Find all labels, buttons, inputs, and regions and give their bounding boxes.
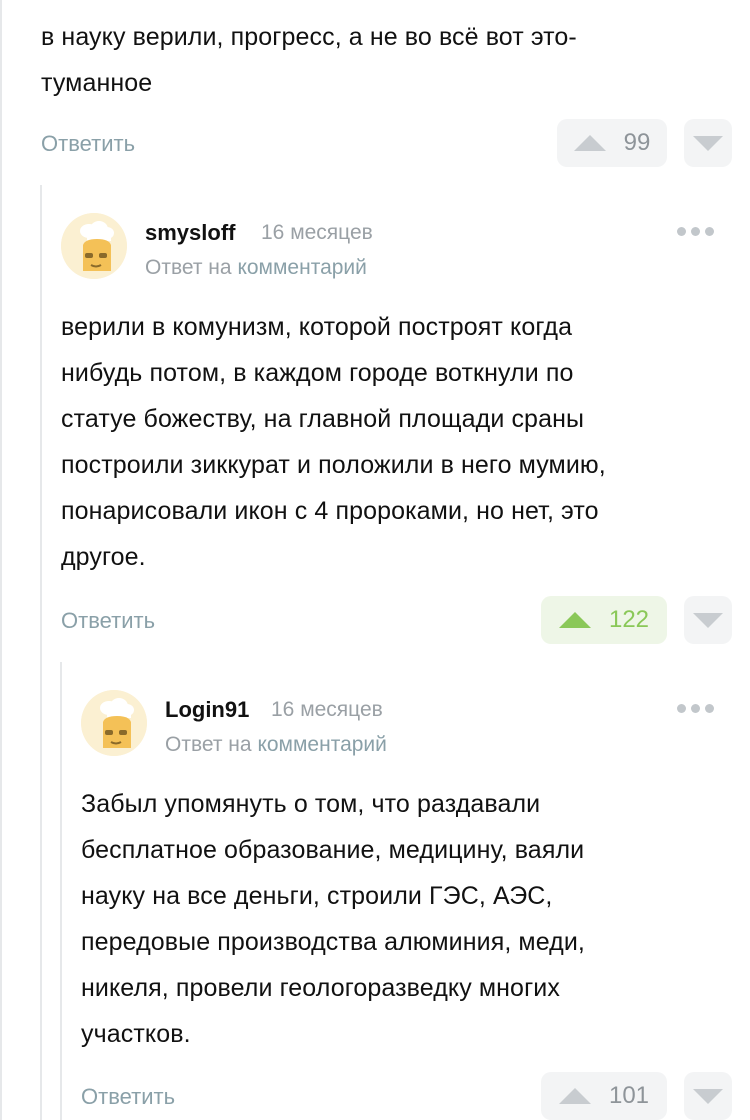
- comment-text-line: никеля, провели геологоразведку многих: [81, 974, 560, 1002]
- comment-text-line: понарисовали икон с 4 пророками, но нет,…: [61, 497, 599, 525]
- reply-button[interactable]: Ответить: [81, 1084, 175, 1110]
- downvote-button[interactable]: [684, 119, 732, 167]
- downvote-button[interactable]: [684, 1072, 732, 1120]
- upvote-arrow-icon: [558, 1088, 591, 1104]
- comment-text-line: туманное: [41, 69, 153, 97]
- reply-to-prefix: Ответ на: [165, 733, 252, 756]
- comment-text-line: передовые производства алюминия, меди,: [81, 928, 585, 956]
- downvote-button[interactable]: [684, 596, 732, 644]
- vote-count: 101: [608, 1082, 650, 1109]
- chef-avatar-icon: [81, 690, 147, 756]
- reply-to: Ответ на комментарий: [145, 256, 367, 280]
- reply-button[interactable]: Ответить: [41, 131, 135, 157]
- comment-text: в науку верили, прогресс, а не во всё во…: [41, 14, 731, 106]
- comment-text-line: построили зиккурат и положили в него мум…: [61, 451, 606, 479]
- upvote-arrow-icon: [558, 612, 591, 628]
- thread-line-level-2: [40, 185, 42, 1120]
- comment-text-line: другое.: [61, 543, 146, 571]
- avatar[interactable]: [61, 213, 127, 279]
- comment-text-line: науку на все деньги, строили ГЭС, АЭС,: [81, 882, 553, 910]
- comment-text-line: бесплатное образование, медицину, ваяли: [81, 836, 585, 864]
- username[interactable]: smysloff: [145, 220, 235, 246]
- avatar[interactable]: [81, 690, 147, 756]
- username[interactable]: Login91: [165, 697, 249, 723]
- comment-text-line: нибудь потом, в каждом городе воткнули п…: [61, 359, 574, 387]
- comment-text-line: Забыл упомянуть о том, что раздавали: [81, 790, 541, 818]
- comment-text: верили в комунизм, которой построят когд…: [61, 304, 731, 580]
- reply-to-prefix: Ответ на: [145, 256, 232, 279]
- downvote-arrow-icon: [693, 135, 723, 151]
- comment-text: Забыл упомянуть о том, что раздавали бес…: [81, 781, 731, 1057]
- chef-avatar-icon: [61, 213, 127, 279]
- vote-count: 99: [623, 129, 651, 156]
- reply-to-link[interactable]: комментарий: [237, 256, 366, 279]
- comment-text-line: участков.: [81, 1020, 191, 1048]
- upvote-button[interactable]: 99: [557, 119, 667, 167]
- comment-text-line: верили в комунизм, которой построят когд…: [61, 313, 573, 341]
- comment-text-line: в науку верили, прогресс, а не во всё во…: [41, 23, 577, 51]
- more-dots-icon[interactable]: [677, 227, 714, 236]
- upvote-button[interactable]: 101: [541, 1072, 667, 1120]
- reply-to-link[interactable]: комментарий: [257, 733, 386, 756]
- vote-count: 122: [608, 606, 650, 633]
- comment-text-line: статуе божеству, на главной площади сран…: [61, 405, 585, 433]
- upvote-button[interactable]: 122: [541, 596, 667, 644]
- reply-button[interactable]: Ответить: [61, 608, 155, 634]
- thread-line-level-3: [60, 662, 62, 1120]
- timestamp: 16 месяцев: [271, 698, 383, 721]
- downvote-arrow-icon: [693, 1088, 723, 1104]
- timestamp: 16 месяцев: [261, 221, 373, 244]
- upvote-arrow-icon: [573, 135, 606, 151]
- downvote-arrow-icon: [693, 612, 723, 628]
- thread-line-level-1: [0, 0, 2, 1120]
- more-dots-icon[interactable]: [677, 704, 714, 713]
- reply-to: Ответ на комментарий: [165, 733, 387, 757]
